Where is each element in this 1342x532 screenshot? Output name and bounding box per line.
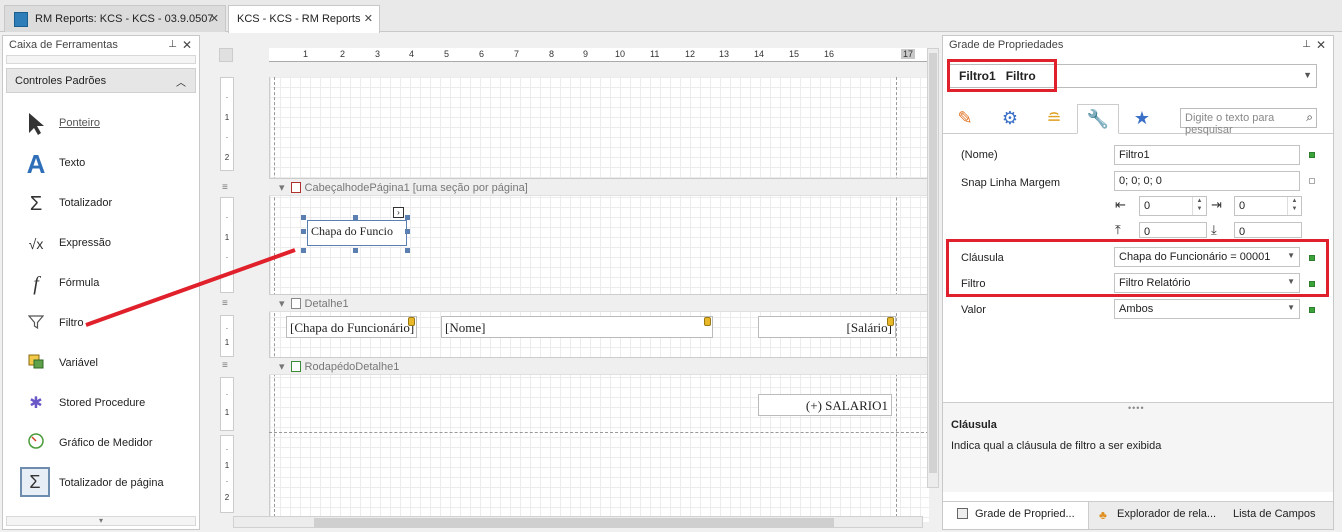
value-select[interactable]: Ambos ▼ — [1114, 299, 1300, 319]
property-grid-panel: Grade de Propriedades ⊥ ✕ Filtro1 Filtro… — [942, 35, 1334, 530]
tab-label: Grade de Propried... — [975, 508, 1075, 520]
behavior-tab-icon[interactable]: ⚙ — [992, 104, 1028, 134]
spin-arrows[interactable]: ▲ ▼ — [1287, 197, 1301, 215]
property-search-input[interactable]: Digite o texto para pesquisar ⌕ — [1180, 108, 1317, 136]
search-icon: ⌕ — [1306, 110, 1313, 124]
spinner-value: 0 — [1239, 226, 1246, 238]
bottom-panel-tabs: Grade de Propried... ♣ Explorador de rela… — [943, 501, 1333, 529]
panel-title: Grade de Propriedades — [949, 39, 1064, 51]
description-text: Indica qual a cláusula de filtro a ser e… — [951, 440, 1162, 452]
property-label: Filtro — [961, 278, 986, 290]
top-margin-icon: ⤒ — [1115, 222, 1121, 237]
status-indicator — [1309, 255, 1315, 261]
clause-select[interactable]: Chapa do Funcionário = 00001 ▼ — [1114, 247, 1300, 267]
status-indicator — [1309, 281, 1315, 287]
property-label: Cláusula — [961, 252, 1004, 264]
splitter-grip[interactable]: •••• — [1128, 403, 1145, 413]
spin-arrows[interactable]: ▲ ▼ — [1192, 197, 1206, 215]
margin-left-spinner[interactable]: 0 ▲ ▼ — [1139, 196, 1207, 216]
margin-bottom-spinner[interactable]: 0 — [1234, 222, 1302, 238]
chevron-down-icon[interactable]: ▼ — [1287, 251, 1295, 260]
property-name-input[interactable]: Filtro1 — [1114, 145, 1300, 165]
property-label: (Nome) — [961, 149, 998, 161]
tab-property-grid[interactable]: Grade de Propried... — [943, 502, 1089, 529]
select-value: Filtro Relatório — [1119, 277, 1191, 289]
tree-icon: ♣ — [1099, 508, 1107, 522]
chevron-down-icon[interactable]: ▼ — [1287, 277, 1295, 286]
property-grid-header: Grade de Propriedades ⊥ ✕ — [943, 36, 1333, 55]
snap-margin-input[interactable]: 0; 0; 0; 0 — [1114, 171, 1300, 191]
spinner-value: 0 — [1239, 200, 1246, 212]
tab-field-list[interactable]: Lista de Campos — [1227, 502, 1327, 529]
appearance-tab-icon[interactable]: ✎ — [947, 104, 983, 134]
status-indicator — [1309, 152, 1315, 158]
bottom-margin-icon: ⤓ — [1211, 222, 1217, 237]
favorites-tab-icon[interactable]: ★ — [1124, 104, 1160, 134]
grid-icon — [957, 508, 968, 519]
left-margin-icon: ⇤ — [1115, 197, 1126, 212]
tab-report-explorer[interactable]: ♣ Explorador de rela... — [1093, 502, 1223, 529]
spinner-value: 0 — [1144, 226, 1151, 238]
status-indicator — [1309, 178, 1315, 184]
close-icon[interactable]: ✕ — [1316, 38, 1326, 52]
highlight-box — [947, 59, 1057, 92]
property-description-panel: •••• Cláusula Indica qual a cláusula de … — [943, 402, 1333, 492]
tab-label: Lista de Campos — [1233, 508, 1316, 520]
chevron-down-icon[interactable]: ▼ — [1287, 303, 1295, 312]
margin-top-spinner[interactable]: 0 — [1139, 222, 1207, 238]
property-label: Valor — [961, 304, 986, 316]
spinner-value: 0 — [1144, 200, 1151, 212]
right-margin-icon: ⇥ — [1211, 197, 1222, 212]
filter-select[interactable]: Filtro Relatório ▼ — [1114, 273, 1300, 293]
pin-icon[interactable]: ⊥ — [1302, 39, 1311, 50]
margin-right-spinner[interactable]: 0 ▲ ▼ — [1234, 196, 1302, 216]
select-value: Chapa do Funcionário = 00001 — [1119, 251, 1271, 263]
chevron-down-icon[interactable]: ▼ — [1303, 70, 1312, 80]
layout-tab-icon[interactable]: 🔧 — [1077, 104, 1119, 134]
status-indicator — [1309, 307, 1315, 313]
select-value: Ambos — [1119, 303, 1154, 315]
description-title: Cláusula — [951, 419, 997, 431]
data-tab-icon[interactable]: ≘ — [1036, 104, 1072, 134]
property-label: Snap Linha Margem — [961, 177, 1061, 189]
tab-label: Explorador de rela... — [1117, 508, 1217, 520]
